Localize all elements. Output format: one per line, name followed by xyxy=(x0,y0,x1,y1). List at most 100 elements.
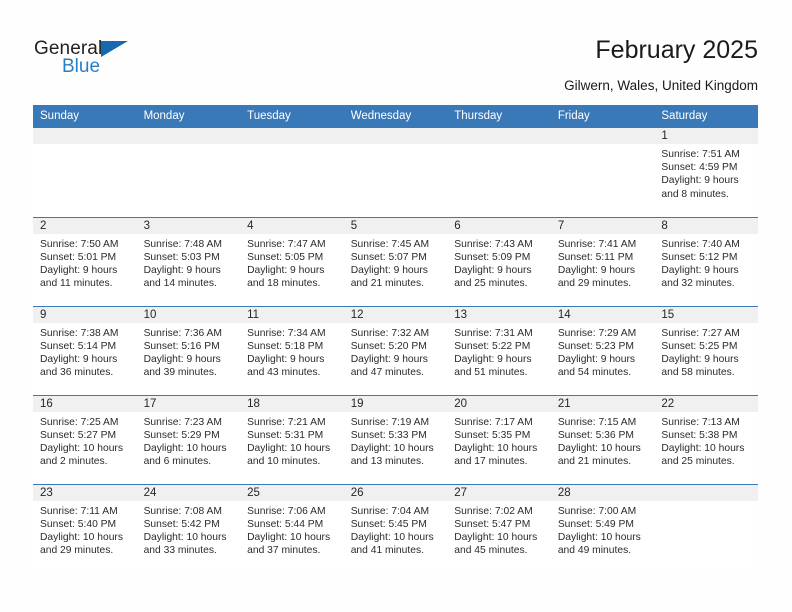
calendar-day-cell[interactable]: 19 Sunrise: 7:19 AM Sunset: 5:33 PM Dayligh… xyxy=(343,394,448,484)
weekday-header-monday: Monday xyxy=(136,105,241,128)
sunrise-time: Sunrise: 7:45 AM xyxy=(350,238,430,250)
day-number: 3 xyxy=(136,217,241,234)
sunset-time: Sunset: 5:33 PM xyxy=(350,429,427,441)
daylight-duration: Daylight: 9 hours and 39 minutes. xyxy=(143,353,221,379)
calendar-day-cell[interactable]: 18 Sunrise: 7:21 AM Sunset: 5:31 PM Dayligh… xyxy=(240,394,344,484)
daylight-duration: Daylight: 10 hours and 41 minutes. xyxy=(350,531,434,557)
day-number: 7 xyxy=(550,217,655,234)
calendar-day-cell[interactable]: 17 Sunrise: 7:23 AM Sunset: 5:29 PM Dayligh… xyxy=(136,394,241,484)
sunset-time: Sunset: 5:42 PM xyxy=(143,518,220,530)
sunset-time: Sunset: 5:44 PM xyxy=(247,518,324,530)
calendar-day-cell[interactable]: 27 Sunrise: 7:02 AM Sunset: 5:47 PM Dayligh… xyxy=(447,483,551,573)
day-details: Sunrise: 7:40 AM Sunset: 5:12 PM Daylight:… xyxy=(654,234,758,291)
sunset-time: Sunset: 5:47 PM xyxy=(454,518,531,530)
calendar-day-cell[interactable]: 23 Sunrise: 7:11 AM Sunset: 5:40 PM Dayligh… xyxy=(33,483,137,573)
calendar-day-cell[interactable]: 20 Sunrise: 7:17 AM Sunset: 5:35 PM Dayligh… xyxy=(447,394,551,484)
day-number: 1 xyxy=(654,128,758,144)
day-number: 5 xyxy=(343,217,448,234)
day-number: 19 xyxy=(343,395,448,412)
day-number xyxy=(447,128,551,144)
calendar-week-row: 1 Sunrise: 7:51 AM Sunset: 4:59 PM Daylight… xyxy=(33,128,758,217)
weekday-header-wednesday: Wednesday xyxy=(343,105,448,128)
calendar-empty-cell xyxy=(550,128,655,217)
sunset-time: Sunset: 5:23 PM xyxy=(557,340,634,352)
sunrise-time: Sunrise: 7:27 AM xyxy=(661,327,740,339)
page-title: February 2025 xyxy=(595,36,758,64)
daylight-duration: Daylight: 9 hours and 54 minutes. xyxy=(557,353,636,379)
sunrise-time: Sunrise: 7:34 AM xyxy=(247,327,326,339)
day-details: Sunrise: 7:25 AM Sunset: 5:27 PM Daylight:… xyxy=(33,412,137,469)
calendar-day-cell[interactable]: 8 Sunrise: 7:40 AM Sunset: 5:12 PM Daylight… xyxy=(654,216,758,306)
daylight-duration: Daylight: 9 hours and 21 minutes. xyxy=(350,264,428,290)
sunrise-time: Sunrise: 7:23 AM xyxy=(143,416,222,428)
sunset-time: Sunset: 5:16 PM xyxy=(143,340,220,352)
day-number: 15 xyxy=(654,306,758,323)
sunset-time: Sunset: 5:03 PM xyxy=(143,251,220,263)
sunset-time: Sunset: 5:35 PM xyxy=(454,429,531,441)
calendar-day-cell[interactable]: 4 Sunrise: 7:47 AM Sunset: 5:05 PM Daylight… xyxy=(240,216,344,306)
day-number xyxy=(654,484,758,501)
calendar-day-cell[interactable]: 21 Sunrise: 7:15 AM Sunset: 5:36 PM Dayligh… xyxy=(550,394,655,484)
calendar-week-row: 2 Sunrise: 7:50 AM Sunset: 5:01 PM Daylight… xyxy=(33,216,758,306)
calendar-day-cell[interactable]: 9 Sunrise: 7:38 AM Sunset: 5:14 PM Daylight… xyxy=(33,305,137,395)
sunset-time: Sunset: 5:49 PM xyxy=(557,518,634,530)
sunrise-time: Sunrise: 7:00 AM xyxy=(557,505,637,517)
calendar-day-cell[interactable]: 15 Sunrise: 7:27 AM Sunset: 5:25 PM Dayligh… xyxy=(654,305,758,395)
calendar-day-cell[interactable]: 12 Sunrise: 7:32 AM Sunset: 5:20 PM Dayligh… xyxy=(343,305,448,395)
calendar-day-cell[interactable]: 3 Sunrise: 7:48 AM Sunset: 5:03 PM Daylight… xyxy=(136,216,241,306)
sunrise-time: Sunrise: 7:51 AM xyxy=(661,149,740,160)
calendar-day-cell[interactable]: 1 Sunrise: 7:51 AM Sunset: 4:59 PM Daylight… xyxy=(654,128,758,217)
daylight-duration: Daylight: 9 hours and 51 minutes. xyxy=(454,353,532,379)
daylight-duration: Daylight: 9 hours and 25 minutes. xyxy=(454,264,532,290)
sunset-time: Sunset: 5:18 PM xyxy=(247,340,324,352)
day-number: 18 xyxy=(240,395,344,412)
general-blue-logo: General Blue xyxy=(34,38,154,82)
calendar-day-cell[interactable]: 11 Sunrise: 7:34 AM Sunset: 5:18 PM Dayligh… xyxy=(240,305,344,395)
daylight-duration: Daylight: 10 hours and 37 minutes. xyxy=(247,531,331,557)
day-details: Sunrise: 7:36 AM Sunset: 5:16 PM Daylight:… xyxy=(137,323,241,380)
calendar-day-cell[interactable]: 14 Sunrise: 7:29 AM Sunset: 5:23 PM Dayligh… xyxy=(550,305,655,395)
calendar-day-cell[interactable]: 6 Sunrise: 7:43 AM Sunset: 5:09 PM Daylight… xyxy=(447,216,551,306)
day-details: Sunrise: 7:04 AM Sunset: 5:45 PM Daylight:… xyxy=(344,501,448,558)
weekday-header-friday: Friday xyxy=(550,105,655,128)
daylight-duration: Daylight: 10 hours and 17 minutes. xyxy=(454,442,538,468)
page-subtitle-location: Gilwern, Wales, United Kingdom xyxy=(564,78,758,93)
daylight-duration: Daylight: 9 hours and 18 minutes. xyxy=(247,264,325,290)
day-number: 2 xyxy=(33,217,137,234)
calendar-day-cell[interactable]: 28 Sunrise: 7:00 AM Sunset: 5:49 PM Dayligh… xyxy=(550,483,655,573)
day-number: 23 xyxy=(33,484,137,501)
sunset-time: Sunset: 5:07 PM xyxy=(350,251,427,263)
calendar-day-cell[interactable]: 26 Sunrise: 7:04 AM Sunset: 5:45 PM Dayligh… xyxy=(343,483,448,573)
calendar-day-cell[interactable]: 10 Sunrise: 7:36 AM Sunset: 5:16 PM Dayligh… xyxy=(136,305,241,395)
daylight-duration: Daylight: 9 hours and 47 minutes. xyxy=(350,353,428,379)
calendar-day-cell[interactable]: 25 Sunrise: 7:06 AM Sunset: 5:44 PM Dayligh… xyxy=(240,483,344,573)
day-details: Sunrise: 7:45 AM Sunset: 5:07 PM Daylight:… xyxy=(344,234,448,291)
sunrise-time: Sunrise: 7:02 AM xyxy=(454,505,533,517)
day-details: Sunrise: 7:11 AM Sunset: 5:40 PM Daylight:… xyxy=(33,501,137,558)
daylight-duration: Daylight: 9 hours and 36 minutes. xyxy=(40,353,118,379)
sunset-time: Sunset: 5:38 PM xyxy=(661,429,738,441)
sunrise-time: Sunrise: 7:19 AM xyxy=(350,416,430,428)
sunset-time: Sunset: 5:12 PM xyxy=(661,251,738,263)
sunrise-time: Sunrise: 7:32 AM xyxy=(350,327,430,339)
calendar-day-cell[interactable]: 5 Sunrise: 7:45 AM Sunset: 5:07 PM Daylight… xyxy=(343,216,448,306)
calendar-body: 1 Sunrise: 7:51 AM Sunset: 4:59 PM Daylight… xyxy=(33,128,758,573)
day-number: 16 xyxy=(33,395,137,412)
daylight-duration: Daylight: 9 hours and 32 minutes. xyxy=(661,264,739,290)
daylight-duration: Daylight: 10 hours and 25 minutes. xyxy=(661,442,745,468)
calendar-day-cell[interactable]: 24 Sunrise: 7:08 AM Sunset: 5:42 PM Dayligh… xyxy=(136,483,241,573)
sunset-time: Sunset: 5:29 PM xyxy=(143,429,220,441)
day-details: Sunrise: 7:02 AM Sunset: 5:47 PM Daylight:… xyxy=(447,501,551,558)
calendar-day-cell[interactable]: 13 Sunrise: 7:31 AM Sunset: 5:22 PM Dayligh… xyxy=(447,305,551,395)
calendar-day-cell[interactable]: 22 Sunrise: 7:13 AM Sunset: 5:38 PM Dayligh… xyxy=(654,394,758,484)
calendar-day-cell[interactable]: 7 Sunrise: 7:41 AM Sunset: 5:11 PM Daylight… xyxy=(550,216,655,306)
day-details: Sunrise: 7:00 AM Sunset: 5:49 PM Daylight:… xyxy=(551,501,655,558)
day-details: Sunrise: 7:08 AM Sunset: 5:42 PM Daylight:… xyxy=(137,501,241,558)
day-details: Sunrise: 7:21 AM Sunset: 5:31 PM Daylight:… xyxy=(240,412,344,469)
weekday-header-sunday: Sunday xyxy=(33,105,137,128)
sunrise-time: Sunrise: 7:47 AM xyxy=(247,238,326,250)
calendar-day-cell[interactable]: 2 Sunrise: 7:50 AM Sunset: 5:01 PM Daylight… xyxy=(33,216,137,306)
calendar-day-cell[interactable]: 16 Sunrise: 7:25 AM Sunset: 5:27 PM Dayligh… xyxy=(33,394,137,484)
logo-triangle-icon xyxy=(101,41,128,57)
sunset-time: Sunset: 5:22 PM xyxy=(454,340,531,352)
